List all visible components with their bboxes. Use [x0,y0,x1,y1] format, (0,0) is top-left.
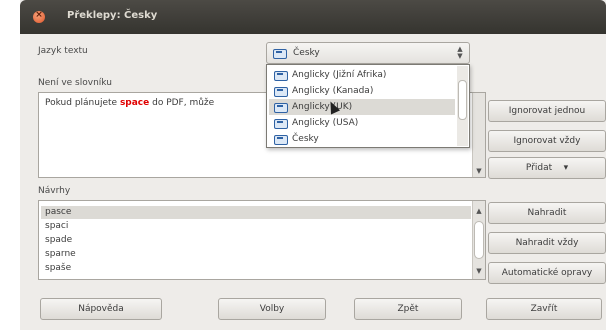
not-in-dictionary-label: Není ve slovníku [38,78,112,88]
language-flag-icon [273,69,288,81]
language-option-label: Anglicky (Jižní Afrika) [292,70,387,80]
suggestion-item[interactable]: spaci [41,220,471,233]
language-flag-icon [273,101,288,113]
window-title: Překlepy: Česky [67,10,158,21]
ignore-all-button[interactable]: Ignorovat vždy [488,130,606,152]
language-flag-icon [273,117,288,129]
spellcheck-dialog: × Překlepy: Česky Jazyk textu Česky ▲ ▼ N… [20,0,606,330]
language-option-label: Anglicky (USA) [292,118,359,128]
language-option[interactable]: Anglicky (UK) [269,99,455,115]
language-option[interactable]: Anglicky (Kanada) [269,83,455,99]
language-option-label: Anglicky (Kanada) [292,86,374,96]
close-window-button[interactable]: × [33,10,45,23]
help-button[interactable]: Nápověda [40,298,162,320]
close-icon: × [35,10,43,20]
scroll-down-icon[interactable]: ▼ [473,167,485,175]
language-dropdown-list[interactable]: Anglicky (Jižní Afrika) Anglicky (Kanada… [266,64,470,148]
add-dropdown-button[interactable]: Přidat ▾ [488,157,606,179]
language-flag-icon [273,133,288,145]
combo-spin-icon: ▲ ▼ [457,45,463,60]
dropdown-arrow-icon: ▾ [563,163,569,173]
dropdown-scrollbar[interactable] [457,66,468,146]
language-label: Jazyk textu [38,46,88,56]
language-combobox[interactable]: Česky ▲ ▼ [266,42,470,64]
suggestion-item[interactable]: pasce [41,206,471,219]
language-option[interactable]: Anglicky (USA) [269,115,455,131]
options-button[interactable]: Volby [218,298,326,320]
language-option-label: Česky [292,134,319,144]
scroll-up-icon[interactable]: ▲ [473,207,485,215]
undo-button[interactable]: Zpět [354,298,462,320]
sentence-before: Pokud plánujete [45,98,120,108]
suggestion-item[interactable]: sparne [41,248,471,261]
replace-button[interactable]: Nahradit [488,202,606,224]
scroll-thumb[interactable] [474,221,484,259]
title-bar: × Překlepy: Česky [20,0,606,34]
scroll-down-icon[interactable]: ▼ [473,267,485,275]
suggestion-item[interactable]: spaše [41,262,471,275]
misspelled-word: space [119,98,150,108]
replace-all-button[interactable]: Nahradit vždy [488,232,606,254]
language-selected: Česky [293,48,320,58]
suggestions-scrollbar[interactable]: ▲ ▼ [472,201,485,279]
sentence-after: do PDF, může [149,98,215,108]
language-option-label: Anglicky (UK) [292,102,353,112]
add-label: Přidat [525,163,553,173]
dropdown-scroll-thumb[interactable] [458,80,467,120]
sentence-text: Pokud plánujete space do PDF, může [45,98,214,108]
language-flag-icon [272,47,287,59]
language-option[interactable]: Anglicky (Jižní Afrika) [269,67,455,83]
ignore-once-button[interactable]: Ignorovat jednou [488,100,606,122]
language-flag-icon [273,85,288,97]
suggestions-list[interactable]: pasce spaci spade sparne spaše ▲ ▼ [38,200,486,280]
autocorrect-button[interactable]: Automatické opravy [488,262,606,284]
suggestions-label: Návrhy [38,186,71,196]
textbox-scrollbar[interactable]: ▼ [472,93,485,177]
language-option[interactable]: Česky [269,131,455,147]
close-button[interactable]: Zavřít [486,298,602,320]
suggestion-item[interactable]: spade [41,234,471,247]
